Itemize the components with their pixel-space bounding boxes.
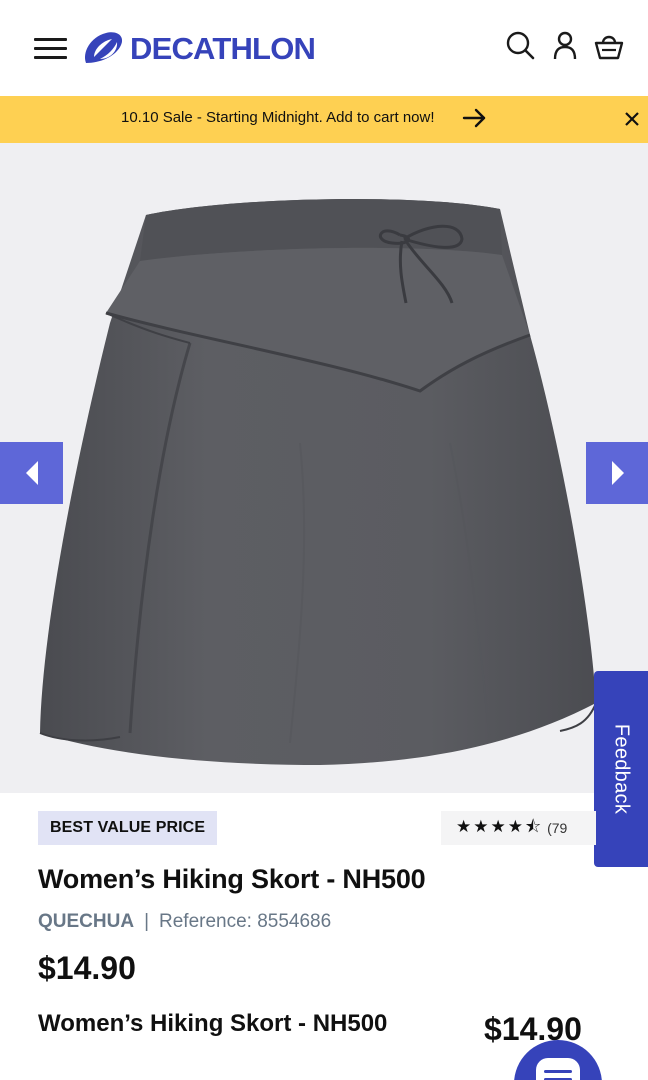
- gallery-next-button[interactable]: [586, 442, 648, 504]
- arrow-right-icon[interactable]: [462, 107, 488, 134]
- rating-stars: ★★★★⯪: [456, 816, 544, 836]
- product-meta: QUECHUA | Reference: 8554686: [38, 911, 331, 933]
- product-price: $14.90: [38, 950, 136, 986]
- logo-text: DECATHLON: [130, 31, 316, 66]
- meta-separator: |: [144, 911, 149, 932]
- feedback-label: Feedback: [610, 723, 633, 815]
- chevron-left-icon: [25, 461, 38, 485]
- basket-icon[interactable]: [593, 30, 625, 62]
- gallery-prev-button[interactable]: [0, 442, 63, 504]
- close-icon[interactable]: [623, 110, 641, 133]
- promo-banner-text[interactable]: 10.10 Sale - Starting Midnight. Add to c…: [121, 109, 435, 126]
- best-value-badge: BEST VALUE PRICE: [38, 811, 218, 845]
- chat-icon: [536, 1058, 580, 1080]
- feedback-tab[interactable]: Feedback: [594, 671, 648, 867]
- user-icon[interactable]: [549, 30, 581, 62]
- sticky-product-title: Women’s Hiking Skort - NH500: [38, 1010, 388, 1037]
- product-rating[interactable]: ★★★★⯪ (79: [441, 811, 596, 845]
- chevron-right-icon: [611, 461, 624, 485]
- product-title: Women’s Hiking Skort - NH500: [38, 864, 426, 894]
- hamburger-menu-icon[interactable]: [34, 36, 68, 62]
- logo-mark-icon: [84, 32, 123, 63]
- product-image: [39, 198, 597, 765]
- decathlon-logo[interactable]: DECATHLON: [80, 28, 316, 70]
- product-reference: Reference: 8554686: [159, 911, 332, 932]
- search-icon[interactable]: [505, 30, 537, 62]
- product-image-gallery[interactable]: [0, 143, 648, 793]
- site-header: DECATHLON: [0, 0, 648, 96]
- rating-count[interactable]: (79: [547, 820, 567, 836]
- brand-link[interactable]: QUECHUA: [38, 911, 134, 933]
- promo-banner[interactable]: 10.10 Sale - Starting Midnight. Add to c…: [0, 96, 648, 143]
